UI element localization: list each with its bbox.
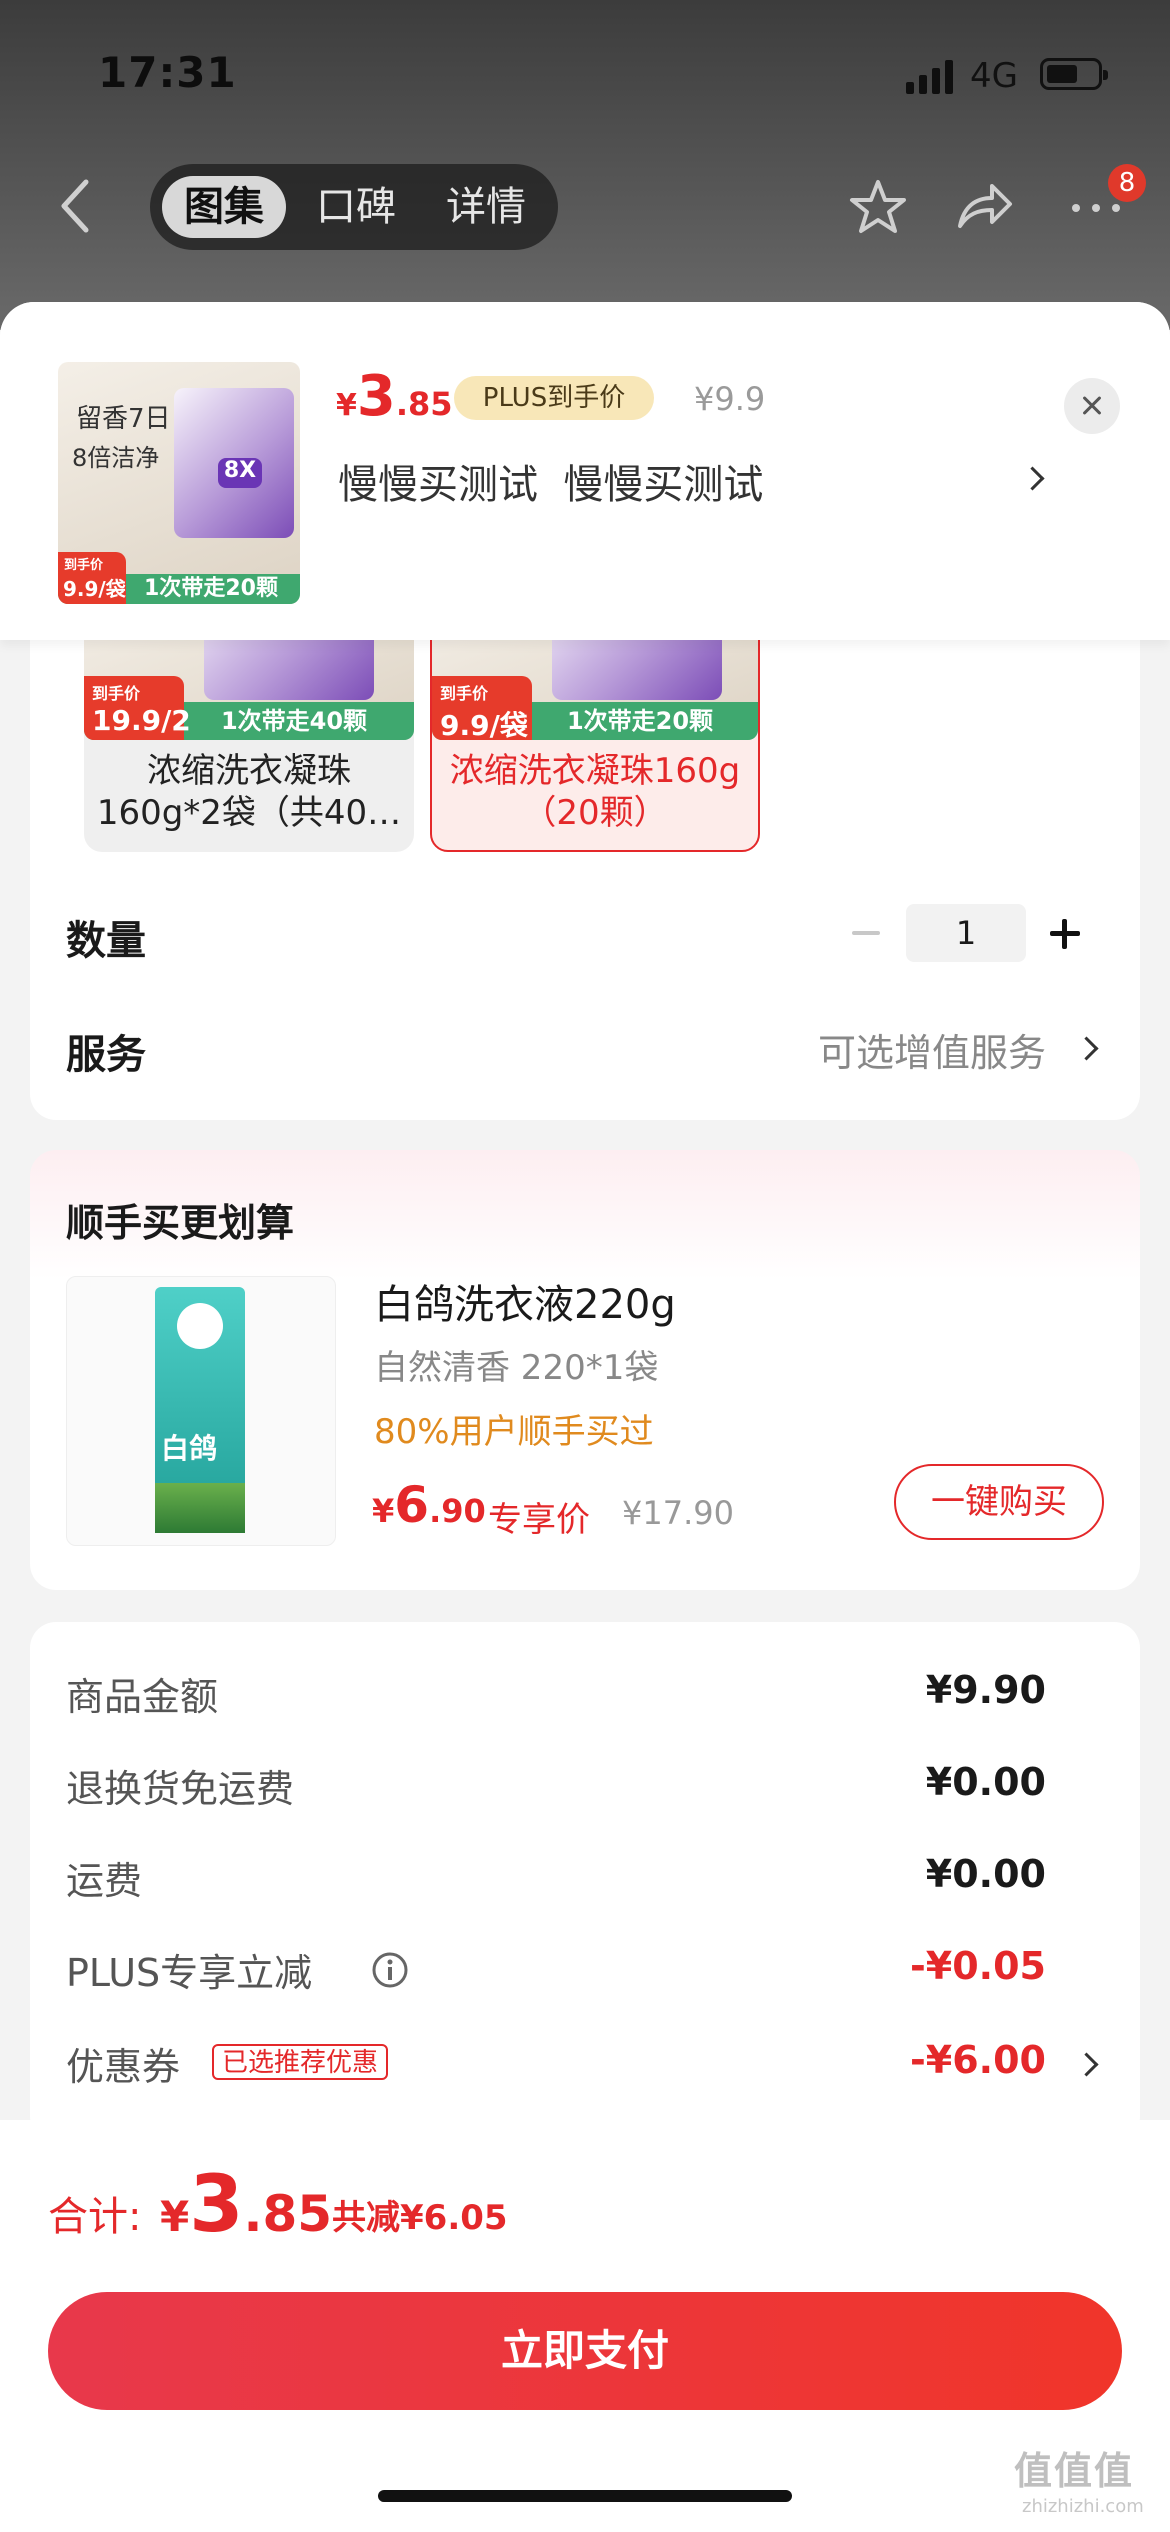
back-icon[interactable] [56, 176, 96, 236]
close-button[interactable] [1064, 378, 1120, 434]
detail-label: 运费 [66, 1859, 143, 1903]
service-label: 服务 [66, 1032, 146, 1078]
bundle-price: ¥6.90 [372, 1476, 486, 1534]
total-label: 合计: [48, 2194, 142, 2240]
variant-label: 浓缩洗衣凝珠160g*2袋（共40… [96, 751, 402, 833]
variant-label: 浓缩洗衣凝珠160g（20颗） [449, 751, 741, 833]
bundle-price-note: 专享价 [488, 1500, 590, 1540]
notification-badge: 8 [1108, 164, 1146, 202]
watermark-url: zhizhizhi.com [1022, 2496, 1144, 2517]
status-time: 17:31 [98, 48, 237, 97]
total-saved: 共减¥6.05 [332, 2198, 508, 2238]
signal-icon [906, 60, 956, 94]
thumb-price-tag: 到手价 9.9/袋 [58, 552, 126, 604]
detail-value: ¥0.00 [925, 1852, 1046, 1896]
decrease-button[interactable] [852, 931, 880, 935]
bundle-social-proof: 80%用户顺手买过 [374, 1412, 654, 1452]
sheet-price: ¥3.85 [336, 364, 453, 429]
share-icon[interactable] [952, 176, 1016, 236]
bundle-pack-brand: 白鸽 [161, 1432, 218, 1465]
pay-now-button[interactable]: 立即支付 [48, 2292, 1122, 2410]
plus-icon [1062, 919, 1067, 949]
watermark-logo: 值值值 [1014, 2449, 1135, 2493]
detail-label[interactable]: 优惠券 [66, 2036, 180, 2091]
home-indicator [378, 2490, 792, 2502]
variant-price-tag: 到手价 19.9/2袋 [84, 676, 191, 740]
star-icon[interactable] [846, 176, 910, 236]
battery-icon [1040, 58, 1108, 90]
quantity-input[interactable]: 1 [906, 904, 1026, 962]
sheet-subtitle[interactable]: 慢慢买测试 慢慢买测试 [338, 452, 763, 510]
one-click-buy-button[interactable]: 一键购买 [894, 1464, 1104, 1540]
status-bar: 17:31 4G [0, 0, 1170, 150]
detail-value[interactable]: -¥6.00 [910, 2038, 1046, 2082]
coupon-tag: 已选推荐优惠 [212, 2044, 389, 2080]
bundle-orig-price: ¥17.90 [622, 1494, 734, 1532]
bundle-title: 顺手买更划算 [66, 1201, 295, 1245]
variant-price-tag: 到手价 9.9/袋 [432, 676, 532, 740]
info-icon[interactable] [370, 1950, 410, 1990]
tab-reviews[interactable]: 口碑 [296, 176, 416, 238]
network-type: 4G [970, 56, 1018, 96]
detail-value: -¥0.05 [910, 1944, 1046, 1988]
tab-gallery[interactable]: 图集 [162, 176, 286, 238]
quantity-label: 数量 [66, 918, 146, 964]
detail-value: ¥9.90 [925, 1668, 1046, 1712]
tab-details[interactable]: 详情 [426, 176, 546, 238]
detail-label: PLUS专享立减 [66, 1951, 313, 1995]
detail-label: 商品金额 [66, 1675, 219, 1719]
bundle-product-image[interactable]: 白鸽 [66, 1276, 336, 1546]
bundle-spec: 自然清香 220*1袋 [374, 1348, 659, 1388]
thumb-caption-1: 留香7日 [76, 404, 171, 434]
thumb-caption-2: 8倍洁净 [72, 444, 160, 472]
detail-value: ¥0.00 [925, 1760, 1046, 1804]
plus-price-tag: PLUS到手价 [454, 376, 654, 420]
bundle-product-name[interactable]: 白鸽洗衣液220g [374, 1272, 676, 1330]
detail-label: 退换货免运费 [66, 1767, 295, 1811]
product-thumbnail[interactable]: 留香7日 8倍洁净 8X 1次带走20颗 到手价 9.9/袋 [58, 362, 300, 604]
sheet-orig-price: ¥9.9 [694, 380, 766, 418]
service-value[interactable]: 可选增值服务 [818, 1022, 1046, 1077]
total-price: ¥3.85 [160, 2160, 333, 2250]
